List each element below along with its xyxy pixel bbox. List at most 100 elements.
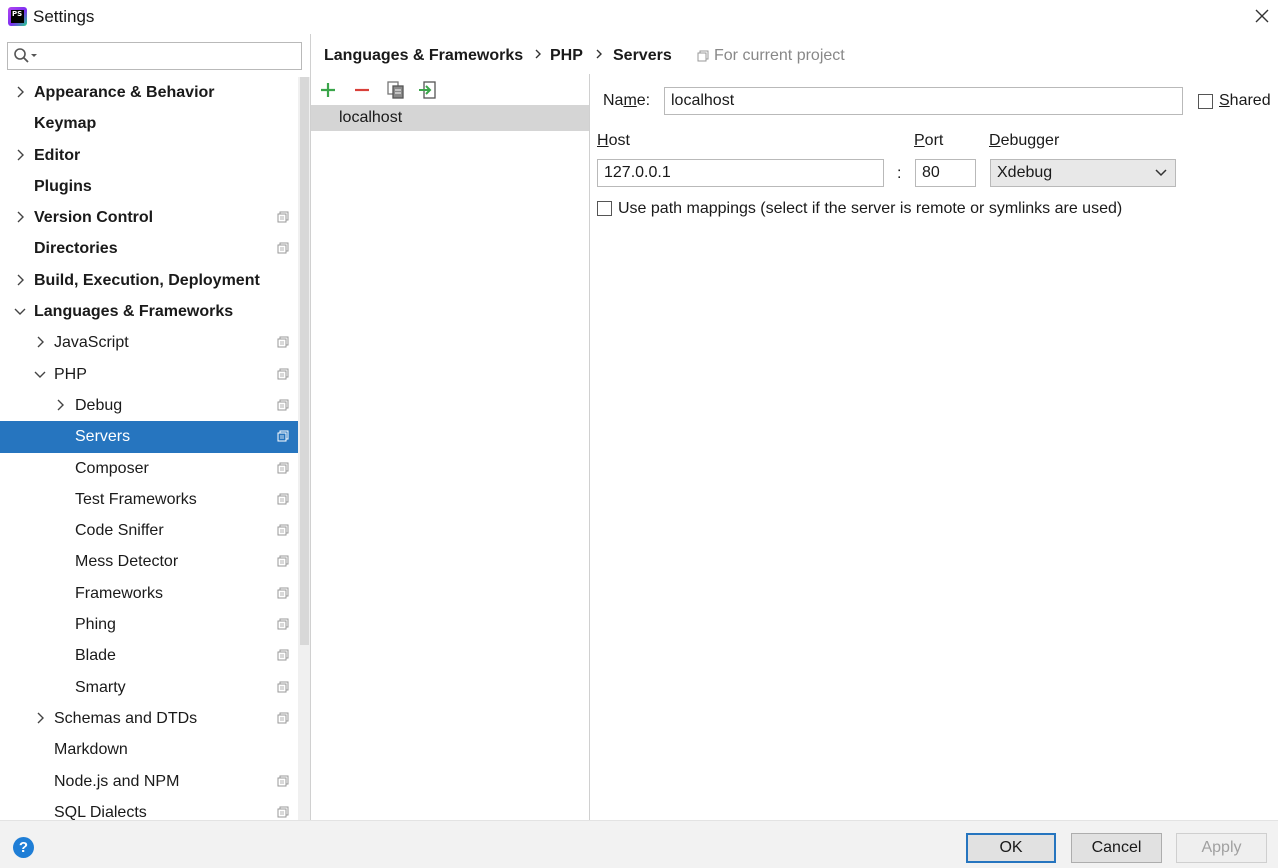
path-mappings-label[interactable]: Use path mappings (select if the server … <box>618 200 1122 218</box>
tree-item-sql-dialects[interactable]: SQL Dialects <box>0 797 298 820</box>
tree-item-label: Node.js and NPM <box>54 772 180 790</box>
tree-item-servers[interactable]: Servers <box>0 421 310 453</box>
tree-item-php[interactable]: PHP <box>0 359 298 390</box>
apply-button[interactable]: Apply <box>1176 833 1267 863</box>
remove-icon[interactable] <box>351 79 373 101</box>
project-scope-icon <box>277 524 289 536</box>
project-scope-icon <box>277 618 289 630</box>
project-scope-icon <box>697 50 709 62</box>
tree-item-markdown[interactable]: Markdown <box>0 734 298 765</box>
tree-item-label: Schemas and DTDs <box>54 709 198 727</box>
breadcrumb-item: Servers <box>613 47 672 64</box>
tree-item-label: Test Frameworks <box>75 490 197 508</box>
tree-item-code-sniffer[interactable]: Code Sniffer <box>0 515 298 546</box>
ok-button[interactable]: OK <box>966 833 1056 863</box>
shared-label[interactable]: Shared <box>1219 92 1271 110</box>
phpstorm-app-icon: PS <box>8 7 27 26</box>
chevron-right-icon[interactable] <box>14 211 26 223</box>
chevron-right-icon <box>535 49 541 59</box>
tree-item-javascript[interactable]: JavaScript <box>0 327 298 358</box>
project-scope-icon <box>277 555 289 567</box>
breadcrumb-item: Languages & Frameworks <box>324 47 524 64</box>
tree-item-label: Frameworks <box>75 584 164 602</box>
breadcrumb: Languages & Frameworks PHP Servers For c… <box>311 34 1278 74</box>
tree-item-mess-detector[interactable]: Mess Detector <box>0 546 298 577</box>
tree-item-blade[interactable]: Blade <box>0 640 298 671</box>
server-settings-form: Name: localhost Shared Host 127.0.0.1 : … <box>591 74 1278 820</box>
tree-item-label: Servers <box>75 428 131 446</box>
tree-item-composer[interactable]: Composer <box>0 453 298 484</box>
port-label: Port <box>914 132 944 149</box>
search-icon[interactable] <box>13 47 39 65</box>
tree-item-keymap[interactable]: Keymap <box>0 108 298 139</box>
tree-item-phing[interactable]: Phing <box>0 609 298 640</box>
debugger-select[interactable]: Xdebug <box>990 159 1176 187</box>
project-scope-icon <box>277 336 289 348</box>
name-field[interactable]: localhost <box>664 87 1183 115</box>
tree-item-label: Blade <box>75 647 116 665</box>
chevron-right-icon[interactable] <box>14 274 26 286</box>
server-list-item-localhost[interactable]: localhost <box>311 105 589 131</box>
tree-item-build-execution-deployment[interactable]: Build, Execution, Deployment <box>0 265 298 296</box>
chevron-right-icon[interactable] <box>34 336 46 348</box>
server-list-panel: localhost <box>311 74 590 820</box>
tree-item-label: PHP <box>54 365 87 383</box>
tree-item-languages-frameworks[interactable]: Languages & Frameworks <box>0 296 298 327</box>
tree-item-plugins[interactable]: Plugins <box>0 171 298 202</box>
tree-item-version-control[interactable]: Version Control <box>0 202 298 233</box>
chevron-right-icon[interactable] <box>34 712 46 724</box>
tree-item-frameworks[interactable]: Frameworks <box>0 578 298 609</box>
tree-item-label: Appearance & Behavior <box>34 84 215 101</box>
import-icon[interactable] <box>417 79 439 101</box>
dialog-footer: ? OK Cancel Apply <box>0 820 1278 868</box>
settings-tree-panel: Appearance & Behavior Keymap Editor Plugins… <box>0 34 311 820</box>
project-scope-icon <box>277 649 289 661</box>
add-icon[interactable] <box>317 79 339 101</box>
project-scope-icon <box>277 462 289 474</box>
tree-item-editor[interactable]: Editor <box>0 140 298 171</box>
help-icon[interactable]: ? <box>13 837 34 858</box>
project-scope-icon <box>277 681 289 693</box>
tree-item-smarty[interactable]: Smarty <box>0 672 298 703</box>
project-scope-icon <box>277 493 289 505</box>
project-scope-icon <box>277 775 289 787</box>
tree-item-label: Debug <box>75 396 123 414</box>
host-port-separator: : <box>897 165 902 182</box>
shared-checkbox[interactable] <box>1198 94 1213 109</box>
chevron-down-icon[interactable] <box>14 305 26 317</box>
debugger-selected-value: Xdebug <box>997 164 1053 181</box>
tree-item-appearance-behavior[interactable]: Appearance & Behavior <box>0 77 298 108</box>
tree-item-node-js-and-npm[interactable]: Node.js and NPM <box>0 766 298 797</box>
port-field[interactable]: 80 <box>915 159 976 187</box>
chevron-right-icon[interactable] <box>54 399 66 411</box>
breadcrumb-item: PHP <box>550 47 583 64</box>
project-scope-icon <box>277 242 289 254</box>
path-mappings-checkbox[interactable] <box>597 201 612 216</box>
chevron-down-icon[interactable] <box>34 368 46 380</box>
project-scope-icon <box>277 587 289 599</box>
cancel-button[interactable]: Cancel <box>1071 833 1162 863</box>
project-scope-icon <box>277 430 289 442</box>
name-label: Name: <box>603 92 651 109</box>
tree-item-schemas-and-dtds[interactable]: Schemas and DTDs <box>0 703 298 734</box>
close-icon[interactable] <box>1252 6 1272 26</box>
chevron-right-icon[interactable] <box>14 149 26 161</box>
tree-item-label: Languages & Frameworks <box>34 303 234 321</box>
chevron-right-icon[interactable] <box>14 86 26 98</box>
tree-item-label: Mess Detector <box>75 553 179 571</box>
tree-item-test-frameworks[interactable]: Test Frameworks <box>0 484 298 515</box>
title-bar: PS Settings <box>0 0 1278 34</box>
tree-item-debug[interactable]: Debug <box>0 390 298 421</box>
tree-item-label: Markdown <box>54 741 128 759</box>
project-scope-icon <box>277 806 289 818</box>
copy-icon[interactable] <box>385 79 407 101</box>
project-scope-note: For current project <box>714 47 845 64</box>
tree-item-directories[interactable]: Directories <box>0 233 298 264</box>
tree-item-label: Composer <box>75 459 149 477</box>
search-input[interactable] <box>7 42 302 70</box>
tree-scrollbar-thumb[interactable] <box>300 77 309 645</box>
tree-scrollbar[interactable] <box>298 77 310 820</box>
host-field[interactable]: 127.0.0.1 <box>597 159 884 187</box>
tree-item-label: JavaScript <box>54 334 129 352</box>
server-toolbar <box>311 74 589 105</box>
